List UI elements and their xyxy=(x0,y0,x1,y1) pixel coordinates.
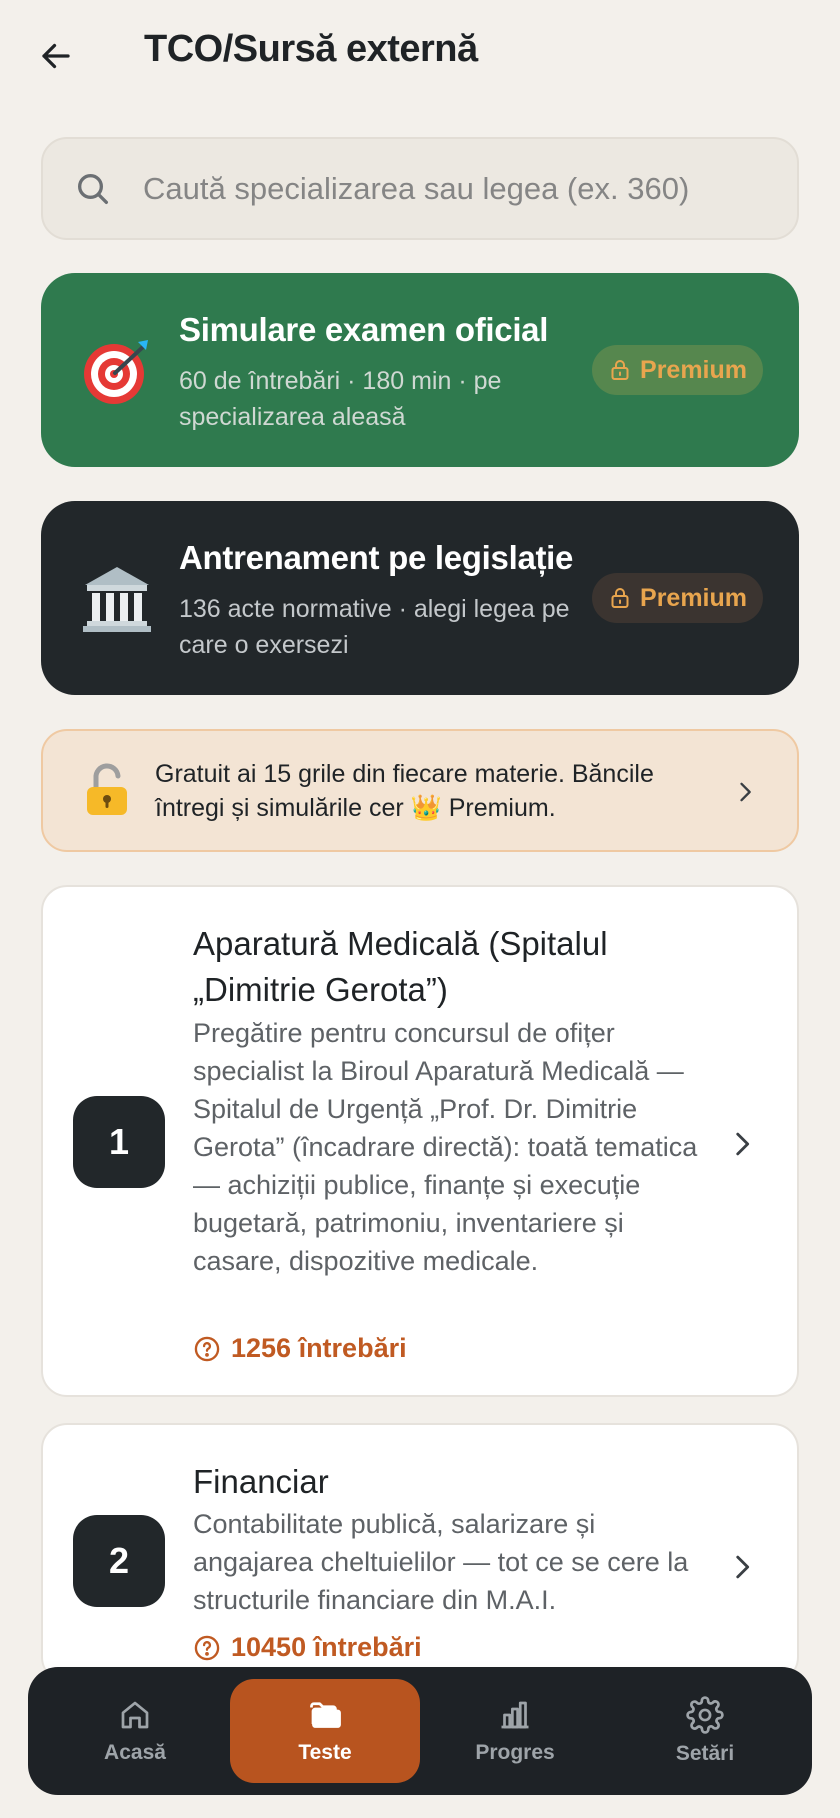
lock-icon xyxy=(611,360,629,380)
promo-card-simulation[interactable]: Simulare examen oficial 60 de întrebări … xyxy=(41,273,799,467)
promo-subtitle: 136 acte normative · alegi legea pe care… xyxy=(179,595,570,659)
nav-item-home[interactable]: Acasă xyxy=(40,1679,230,1783)
specialization-description: Pregătire pentru concursul de ofițer spe… xyxy=(193,1018,698,1276)
premium-badge: Premium xyxy=(592,345,763,395)
premium-badge: Premium xyxy=(592,573,763,623)
promo-card-legislation[interactable]: Antrenament pe legislație 136 acte norma… xyxy=(41,501,799,695)
question-count: 1256 întrebări xyxy=(193,1333,407,1364)
folder-icon xyxy=(310,1702,341,1728)
question-circle-icon xyxy=(194,1635,220,1660)
nav-item-settings[interactable]: Setări xyxy=(610,1679,800,1783)
gear-icon xyxy=(686,1696,724,1734)
promo-title: Antrenament pe legislație xyxy=(179,539,574,576)
search-bar[interactable] xyxy=(41,137,799,240)
nav-item-progress[interactable]: Progres xyxy=(420,1679,610,1783)
specialization-number: 2 xyxy=(73,1515,165,1607)
bar-chart-icon xyxy=(501,1701,529,1729)
promo-subtitle: 60 de întrebări · 180 min · pe specializ… xyxy=(179,367,502,431)
nav-item-tests[interactable]: Teste xyxy=(230,1679,420,1783)
nav-label: Acasă xyxy=(104,1741,166,1764)
search-icon xyxy=(78,174,109,204)
question-count-label: 10450 întrebări xyxy=(231,1632,422,1662)
specialization-description: Contabilitate publică, salarizare și ang… xyxy=(193,1509,689,1615)
unlocked-icon xyxy=(87,763,127,815)
bottom-navigation: Acasă Teste Progres Setări xyxy=(28,1667,812,1795)
banner-text: Gratuit ai 15 grile din fiecare materie.… xyxy=(155,760,654,822)
app-header: TCO/Sursă externă xyxy=(0,0,840,110)
nav-label: Progres xyxy=(475,1741,555,1764)
lock-icon xyxy=(611,588,629,608)
specialization-title: Financiar xyxy=(193,1463,329,1500)
nav-label: Setări xyxy=(675,1742,735,1765)
specialization-number: 1 xyxy=(73,1096,165,1188)
chevron-right-icon xyxy=(740,782,751,802)
question-count: 10450 întrebări xyxy=(193,1632,422,1663)
specialization-card[interactable]: 1 Aparatură Medicală (Spitalul „Dimitrie… xyxy=(41,885,799,1397)
premium-label: Premium xyxy=(640,583,747,612)
specialization-card[interactable]: 2 Financiar Contabilitate publică, salar… xyxy=(41,1423,799,1683)
promo-title: Simulare examen oficial xyxy=(179,311,549,348)
chevron-right-icon xyxy=(736,1132,750,1156)
back-button[interactable] xyxy=(34,34,78,78)
chevron-right-icon xyxy=(736,1555,750,1579)
specialization-title: Aparatură Medicală (Spitalul „Dimitrie G… xyxy=(193,925,608,1008)
page-title: TCO/Sursă externă xyxy=(144,28,478,70)
classical-building-icon xyxy=(77,559,157,639)
arrow-left-icon xyxy=(42,43,70,69)
nav-label: Teste xyxy=(298,1741,352,1764)
free-limit-banner[interactable]: Gratuit ai 15 grile din fiecare materie.… xyxy=(41,729,799,852)
question-circle-icon xyxy=(194,1336,220,1361)
premium-label: Premium xyxy=(640,355,747,384)
home-icon xyxy=(121,1701,149,1729)
target-icon xyxy=(77,331,157,411)
search-input[interactable] xyxy=(143,159,783,219)
question-count-label: 1256 întrebări xyxy=(231,1333,407,1363)
